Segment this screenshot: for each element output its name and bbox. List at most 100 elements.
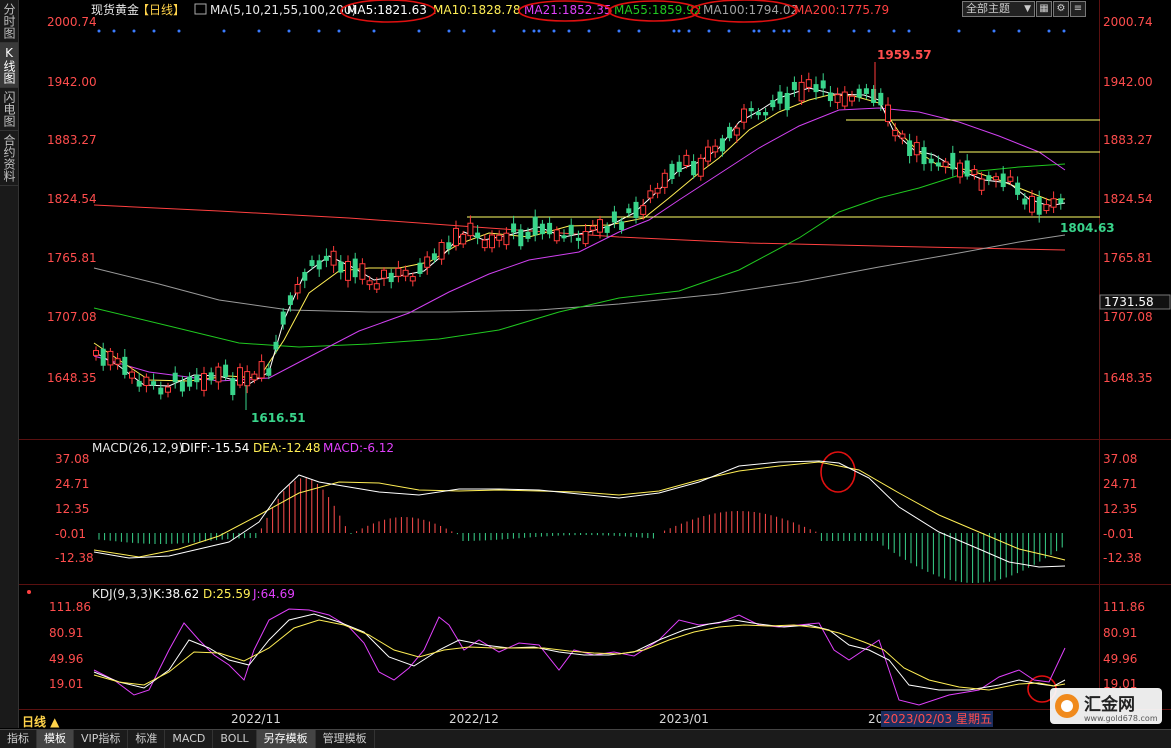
candle-body bbox=[1036, 196, 1042, 215]
theme-dropdown[interactable]: 全部主题 ▼ bbox=[962, 1, 1035, 17]
candle-body bbox=[100, 348, 106, 366]
tab-manage-template[interactable]: 管理模板 bbox=[316, 730, 375, 748]
svg-text:49.96: 49.96 bbox=[1103, 652, 1137, 666]
candle-body bbox=[114, 358, 121, 365]
candle-body bbox=[525, 231, 531, 239]
candle-body bbox=[151, 381, 157, 386]
candle-body bbox=[475, 232, 481, 239]
cursor-date: 2023/02/03 星期五 bbox=[883, 712, 992, 726]
tab-flash-chart[interactable]: 闪电图 bbox=[0, 88, 18, 131]
tab-boll[interactable]: BOLL bbox=[213, 730, 257, 748]
candle-body bbox=[489, 234, 495, 249]
event-marker-dot bbox=[257, 29, 261, 33]
svg-text:2000.74: 2000.74 bbox=[1103, 15, 1153, 29]
tab-macd[interactable]: MACD bbox=[165, 730, 214, 748]
event-marker-dot bbox=[337, 29, 341, 33]
svg-text:24.71: 24.71 bbox=[1103, 477, 1137, 491]
candle-body bbox=[395, 267, 402, 277]
svg-text:80.91: 80.91 bbox=[49, 626, 83, 640]
event-marker-dot bbox=[1047, 29, 1051, 33]
tab-kline-chart[interactable]: K线图 bbox=[0, 43, 18, 88]
candle-body bbox=[950, 152, 956, 170]
candle-body bbox=[575, 237, 581, 241]
candle-body bbox=[770, 100, 776, 108]
svg-text:19.01: 19.01 bbox=[49, 677, 83, 691]
candle-body bbox=[813, 84, 819, 93]
event-marker-dot bbox=[537, 29, 541, 33]
tab-contract-info[interactable]: 合约资料 bbox=[0, 131, 18, 186]
macd-value: MACD:-6.12 bbox=[323, 441, 394, 455]
svg-text:2023/01: 2023/01 bbox=[659, 712, 709, 726]
candle-body bbox=[496, 234, 503, 241]
candle-body bbox=[107, 350, 114, 366]
candle-body bbox=[697, 157, 704, 177]
candle-body bbox=[316, 260, 322, 270]
candle-body bbox=[676, 161, 682, 172]
ma5-line bbox=[93, 87, 1066, 387]
kdj-settings-dot[interactable] bbox=[27, 590, 31, 594]
event-marker-dot bbox=[707, 29, 711, 33]
svg-text:80.91: 80.91 bbox=[1103, 626, 1137, 640]
candle-body bbox=[748, 108, 754, 112]
event-marker-dot bbox=[772, 29, 776, 33]
candle-body bbox=[568, 224, 574, 235]
candle-body bbox=[460, 233, 467, 245]
event-marker-dot bbox=[757, 29, 761, 33]
tab-vip-indicators[interactable]: VIP指标 bbox=[74, 730, 129, 748]
candle-body bbox=[302, 271, 308, 281]
ma-params: MA(5,10,21,55,100,200) bbox=[210, 3, 356, 17]
tab-template[interactable]: 模板 bbox=[37, 730, 74, 748]
event-marker-dot bbox=[752, 29, 756, 33]
price-axis-left: 2000.74 1942.00 1883.27 1824.54 1765.81 … bbox=[47, 15, 97, 385]
candle-body bbox=[503, 232, 510, 246]
candle-body bbox=[777, 91, 783, 104]
tab-indicators[interactable]: 指标 bbox=[0, 730, 37, 748]
candle-body bbox=[1043, 204, 1050, 212]
event-marker-dot bbox=[152, 29, 156, 33]
event-marker-dot bbox=[587, 29, 591, 33]
annotation-ellipses bbox=[340, 0, 1057, 703]
candle-body bbox=[381, 269, 387, 279]
kline-chart[interactable]: 现货黄金 【日线】 MA(5,10,21,55,100,200) MA5:182… bbox=[19, 0, 1171, 729]
brand-name: 汇金网 bbox=[1084, 694, 1135, 715]
tab-standard[interactable]: 标准 bbox=[128, 730, 166, 748]
ma-settings-icon[interactable] bbox=[194, 3, 207, 15]
candle-body bbox=[971, 169, 978, 175]
event-marker-dot bbox=[807, 29, 811, 33]
ma200-value: MA200:1775.79 bbox=[794, 3, 889, 17]
candle-body bbox=[755, 111, 761, 116]
svg-text:12.35: 12.35 bbox=[1103, 502, 1137, 516]
svg-text:1707.08: 1707.08 bbox=[1103, 310, 1153, 324]
ma21-value: MA21:1852.35 bbox=[524, 3, 612, 17]
candle-body bbox=[553, 229, 560, 242]
event-marker-dot bbox=[782, 29, 786, 33]
event-marker-dot bbox=[552, 29, 556, 33]
tab-time-chart[interactable]: 分时图 bbox=[0, 0, 18, 43]
candle-body bbox=[547, 222, 553, 235]
candle-body bbox=[741, 108, 747, 123]
svg-text:2022/11: 2022/11 bbox=[231, 712, 281, 726]
event-marker-dot bbox=[112, 29, 116, 33]
macd-diff: DIFF:-15.54 bbox=[181, 441, 249, 455]
candle-body bbox=[654, 187, 661, 194]
macd-lines bbox=[93, 460, 1066, 568]
candle-body bbox=[863, 88, 869, 94]
candlesticks bbox=[93, 62, 1064, 410]
candle-body bbox=[280, 311, 286, 325]
candle-body bbox=[978, 178, 985, 191]
candle-body bbox=[719, 138, 725, 152]
event-marker-dot bbox=[177, 29, 181, 33]
candle-body bbox=[935, 162, 941, 167]
candle-body bbox=[921, 147, 927, 165]
candle-body bbox=[942, 161, 949, 168]
grid-icon[interactable]: ▦ bbox=[1036, 1, 1052, 17]
settings-icon[interactable]: ⚙ bbox=[1053, 1, 1069, 17]
diff-line bbox=[93, 460, 1066, 568]
candle-body bbox=[194, 374, 200, 383]
menu-icon[interactable]: ≡ bbox=[1070, 1, 1086, 17]
tab-save-template[interactable]: 另存模板 bbox=[256, 730, 316, 748]
candle-body bbox=[589, 225, 596, 231]
instrument-name: 现货黄金 bbox=[91, 2, 139, 17]
period-button[interactable]: 日线 ▲ bbox=[22, 713, 59, 730]
candle-body bbox=[359, 263, 366, 280]
